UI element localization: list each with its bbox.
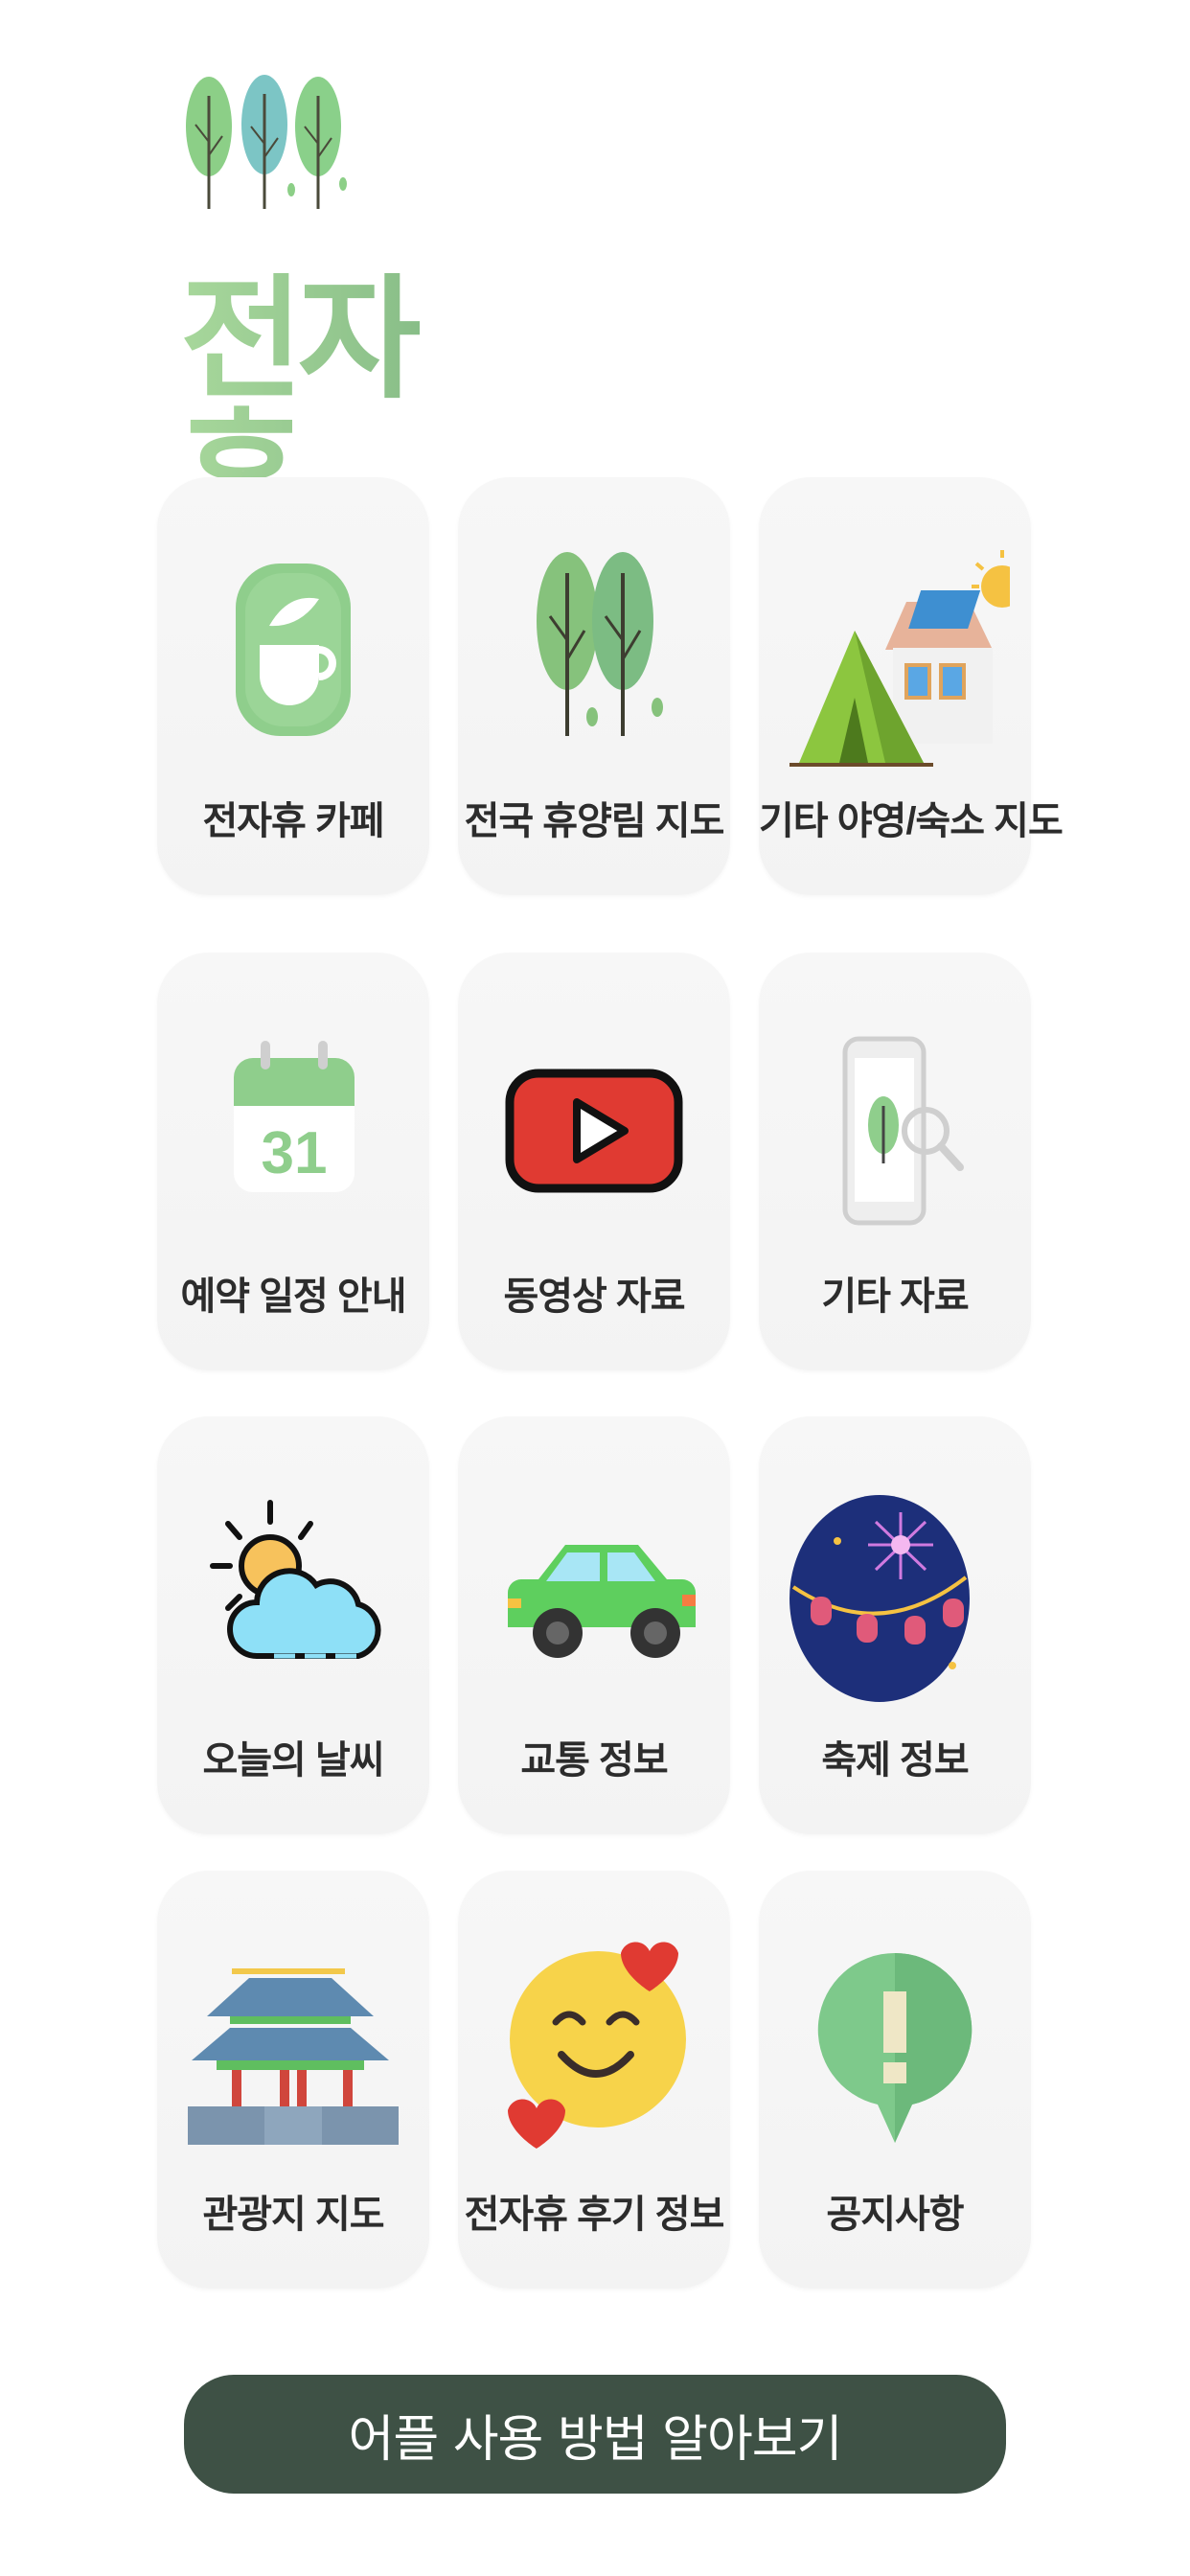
menu-label: 교통 정보	[520, 1739, 668, 1782]
calendar-icon: 31	[234, 1041, 355, 1192]
tent-house-icon	[790, 550, 1010, 767]
menu-label: 오늘의 날씨	[202, 1739, 384, 1782]
notice-exclamation-icon	[817, 1952, 973, 2143]
menu-video-resources[interactable]: 동영상 자료	[458, 953, 730, 1370]
video-play-icon	[505, 1069, 683, 1193]
menu-other-resources[interactable]: 기타 자료	[759, 953, 1031, 1370]
menu-reservation-schedule[interactable]: 31 예약 일정 안내	[157, 953, 429, 1370]
menu-reviews[interactable]: 전자휴 후기 정보	[458, 1871, 730, 2288]
menu-label: 전자휴 카페	[202, 800, 384, 842]
calendar-day-number: 31	[262, 1120, 328, 1186]
menu-label: 축제 정보	[821, 1739, 969, 1782]
car-icon	[508, 1545, 696, 1658]
menu-camping-map[interactable]: 기타 야영/숙소 지도	[759, 477, 1064, 895]
menu-label: 공지사항	[826, 2194, 964, 2236]
menu-forest-map[interactable]: 전국 휴양림 지도	[458, 477, 730, 895]
palace-icon	[188, 1968, 399, 2145]
forest-trees-icon	[537, 552, 663, 736]
how-to-use-button[interactable]: 어플 사용 방법 알아보기	[184, 2375, 1006, 2494]
menu-tourist-map[interactable]: 관광지 지도	[157, 1871, 429, 2288]
festival-lanterns-icon	[790, 1495, 970, 1702]
menu-label: 관광지 지도	[202, 2194, 384, 2236]
menu-label: 기타 자료	[821, 1276, 969, 1318]
menu-label: 기타 야영/숙소 지도	[759, 800, 1064, 842]
menu-label: 예약 일정 안내	[180, 1276, 406, 1318]
cafe-cup-icon	[236, 564, 351, 736]
phone-search-icon	[842, 1036, 964, 1226]
logo-trees-icon	[186, 75, 347, 209]
menu-label: 전국 휴양림 지도	[464, 800, 725, 842]
menu-festival[interactable]: 축제 정보	[759, 1416, 1031, 1834]
menu-label: 전자휴 후기 정보	[464, 2194, 725, 2236]
app-logo: 전자휴	[180, 67, 508, 541]
menu-weather[interactable]: 오늘의 날씨	[157, 1416, 429, 1834]
menu-cafe[interactable]: 전자휴 카페	[157, 477, 429, 895]
menu-notices[interactable]: 공지사항	[759, 1871, 1031, 2288]
weather-sun-cloud-icon	[210, 1500, 381, 1659]
menu-label: 동영상 자료	[503, 1276, 685, 1318]
smile-hearts-icon	[508, 1942, 686, 2149]
menu-traffic[interactable]: 교통 정보	[458, 1416, 730, 1834]
